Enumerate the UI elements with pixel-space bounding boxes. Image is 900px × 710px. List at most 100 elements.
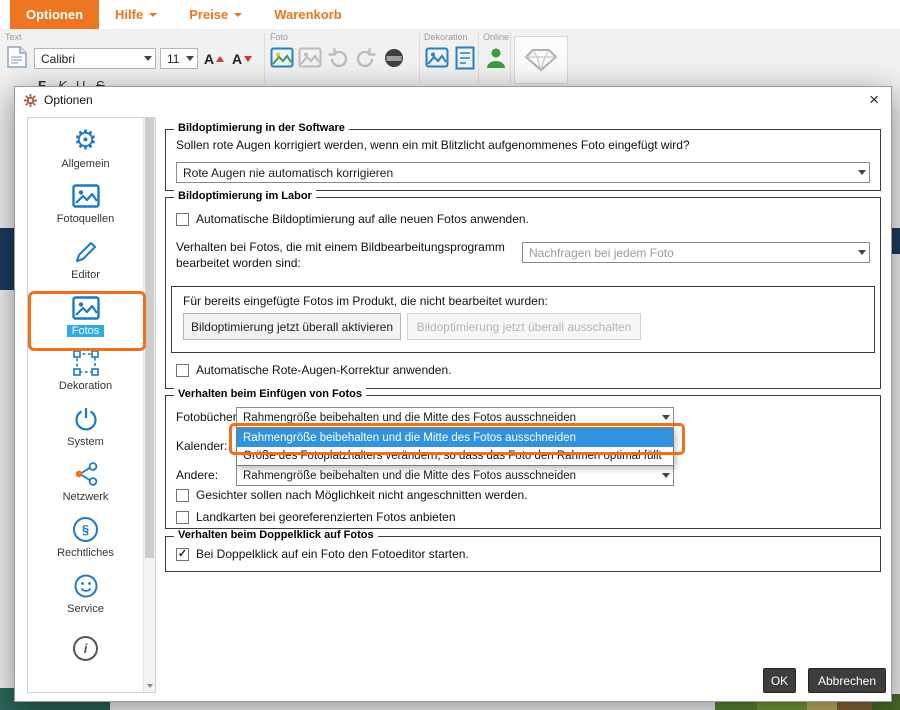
sidebar-item-rechtliches[interactable]: § Rechtliches	[28, 509, 143, 565]
sidebar-item-fotoquellen[interactable]: Fotoquellen	[28, 176, 143, 232]
dialog-title: Optionen	[44, 93, 93, 107]
sidebar-item-netzwerk[interactable]: Netzwerk	[28, 454, 143, 510]
dropdown-arrow-icon	[658, 415, 673, 420]
sidebar-item-info[interactable]: i	[28, 620, 143, 676]
tab-label: Warenkorb	[274, 7, 341, 22]
dropdown-option-selected[interactable]: Rahmengröße beibehalten und die Mitte de…	[237, 429, 673, 447]
checkbox[interactable]	[176, 489, 189, 502]
checkbox-row-doubleclick-editor[interactable]: ✓ Bei Doppelklick auf ein Foto den Fotoe…	[176, 547, 469, 561]
checkbox[interactable]	[176, 213, 189, 226]
sidebar-item-allgemein[interactable]: ⚙ Allgemein	[28, 120, 143, 176]
font-increase-button[interactable]: A	[204, 48, 224, 69]
dropdown-value: Rahmengröße beibehalten und die Mitte de…	[237, 412, 658, 424]
sidebar-item-fotos[interactable]: Fotos	[28, 287, 143, 343]
sidebar-item-label: Netzwerk	[63, 491, 109, 503]
insert-photo-icon[interactable]	[270, 46, 294, 70]
sidebar-item-label: Rechtliches	[57, 547, 114, 559]
tab-preise[interactable]: Preise	[173, 0, 258, 29]
photo-effect-icon[interactable]	[298, 46, 322, 70]
edited-photos-label-line2: bearbeitet worden sind:	[176, 256, 301, 270]
selection-frame-icon	[73, 348, 99, 378]
photo-filter-icon[interactable]	[382, 46, 406, 70]
rotate-right-icon[interactable]	[354, 46, 378, 70]
andere-dropdown[interactable]: Rahmengröße beibehalten und die Mitte de…	[236, 465, 674, 486]
decrease-icon	[244, 56, 252, 62]
ribbon-separator	[419, 33, 420, 83]
power-system-icon	[73, 404, 99, 434]
caret-down-icon	[234, 13, 242, 17]
sidebar-item-system[interactable]: System	[28, 398, 143, 454]
options-dialog: Optionen × ⚙ Allgemein Fotoquellen	[14, 86, 892, 702]
checkbox-label: Automatische Bildoptimierung auf alle ne…	[196, 212, 529, 226]
fotobuecher-dropdown[interactable]: Rahmengröße beibehalten und die Mitte de…	[236, 407, 674, 428]
ribbon-separator	[264, 33, 265, 83]
dropdown-option[interactable]: Größe des Fotoplatzhalters verändern, so…	[237, 447, 673, 465]
font-size-select[interactable]: 11	[160, 48, 198, 69]
tab-label: Hilfe	[115, 7, 143, 22]
existing-photos-box: Für bereits eingefügte Fotos im Produkt,…	[171, 286, 875, 353]
paragraph-icon: §	[73, 515, 98, 545]
preview-button[interactable]	[514, 36, 568, 84]
ribbon-section-dekoration: Dekoration	[424, 32, 468, 42]
checkbox[interactable]	[176, 511, 189, 524]
cancel-button[interactable]: Abbrechen	[808, 668, 886, 693]
activate-optimization-button[interactable]: Bildoptimierung jetzt überall aktivieren	[183, 313, 401, 340]
italic-button[interactable]: K	[58, 78, 67, 86]
tab-hilfe[interactable]: Hilfe	[99, 0, 173, 29]
smiley-service-icon	[73, 571, 99, 601]
online-account-icon[interactable]	[484, 46, 508, 70]
sidebar-item-service[interactable]: Service	[28, 565, 143, 621]
sidebar-item-label: Service	[67, 603, 104, 615]
pencil-icon	[73, 237, 99, 267]
photo-source-icon	[72, 181, 100, 211]
sidebar-item-label: Fotos	[67, 325, 105, 337]
sidebar-item-dekoration[interactable]: Dekoration	[28, 342, 143, 398]
application-window: Optionen Hilfe Preise Warenkorb Text Fot…	[0, 0, 900, 710]
scrollbar-thumb[interactable]	[145, 118, 154, 558]
decoration-frame-icon[interactable]	[425, 46, 449, 70]
checkbox-row-auto-optimierung[interactable]: Automatische Bildoptimierung auf alle ne…	[176, 212, 529, 226]
tab-optionen[interactable]: Optionen	[10, 0, 99, 29]
text-document-icon[interactable]	[5, 45, 29, 69]
edited-photos-dropdown[interactable]: Nachfragen bei jedem Foto	[522, 242, 870, 263]
underline-button[interactable]: U	[76, 78, 85, 86]
sidebar-scrollbar[interactable]	[143, 118, 155, 692]
group-title: Verhalten beim Einfügen von Fotos	[174, 388, 366, 400]
scroll-down-button[interactable]	[144, 679, 155, 692]
checkbox-row-maps[interactable]: Landkarten bei georeferenzierten Fotos a…	[176, 510, 456, 524]
andere-label: Andere:	[176, 468, 218, 482]
font-increase-label: A	[204, 51, 214, 67]
tab-warenkorb[interactable]: Warenkorb	[258, 0, 357, 29]
dialog-titlebar[interactable]: Optionen ×	[15, 87, 891, 113]
bold-button[interactable]: F	[38, 78, 46, 86]
ribbon-separator	[478, 33, 479, 83]
checkbox-row-redeye[interactable]: Automatische Rote-Augen-Korrektur anwend…	[176, 363, 451, 377]
options-dialog-icon	[23, 93, 38, 108]
checkbox-row-faces[interactable]: Gesichter sollen nach Möglichkeit nicht …	[176, 488, 528, 502]
red-eye-dropdown[interactable]: Rote Augen nie automatisch korrigieren	[176, 162, 870, 183]
font-decrease-button[interactable]: A	[232, 48, 252, 69]
dropdown-value: Rote Augen nie automatisch korrigieren	[177, 166, 854, 180]
rotate-left-icon[interactable]	[326, 46, 350, 70]
more-options-button[interactable]: …	[386, 78, 399, 86]
decoration-layout-icon[interactable]	[453, 46, 477, 70]
close-button[interactable]: ×	[869, 88, 879, 112]
group-title: Bildoptimierung in der Software	[174, 122, 349, 134]
arrow-down-icon	[147, 684, 153, 688]
toolbar-ribbon: Text Foto Dekoration Online Calibri 11 A…	[0, 30, 900, 86]
checkbox-checked[interactable]: ✓	[176, 548, 189, 561]
app-background-left	[0, 86, 14, 710]
sidebar-item-editor[interactable]: Editor	[28, 231, 143, 287]
tab-label: Preise	[189, 7, 228, 22]
ribbon-section-text: Text	[5, 32, 22, 42]
kalender-label: Kalender:	[176, 439, 227, 453]
ok-button[interactable]: OK	[763, 668, 796, 693]
checkbox-label: Gesichter sollen nach Möglichkeit nicht …	[196, 488, 528, 502]
checkbox[interactable]	[176, 364, 189, 377]
sidebar-items: ⚙ Allgemein Fotoquellen Editor	[28, 120, 143, 692]
deactivate-optimization-button[interactable]: Bildoptimierung jetzt überall ausschalte…	[407, 313, 641, 340]
ribbon-section-foto: Foto	[270, 32, 288, 42]
strikethrough-button[interactable]: S	[96, 78, 105, 86]
font-family-select[interactable]: Calibri	[34, 48, 156, 69]
group-bildoptimierung-labor: Bildoptimierung im Labor Automatische Bi…	[165, 197, 881, 389]
